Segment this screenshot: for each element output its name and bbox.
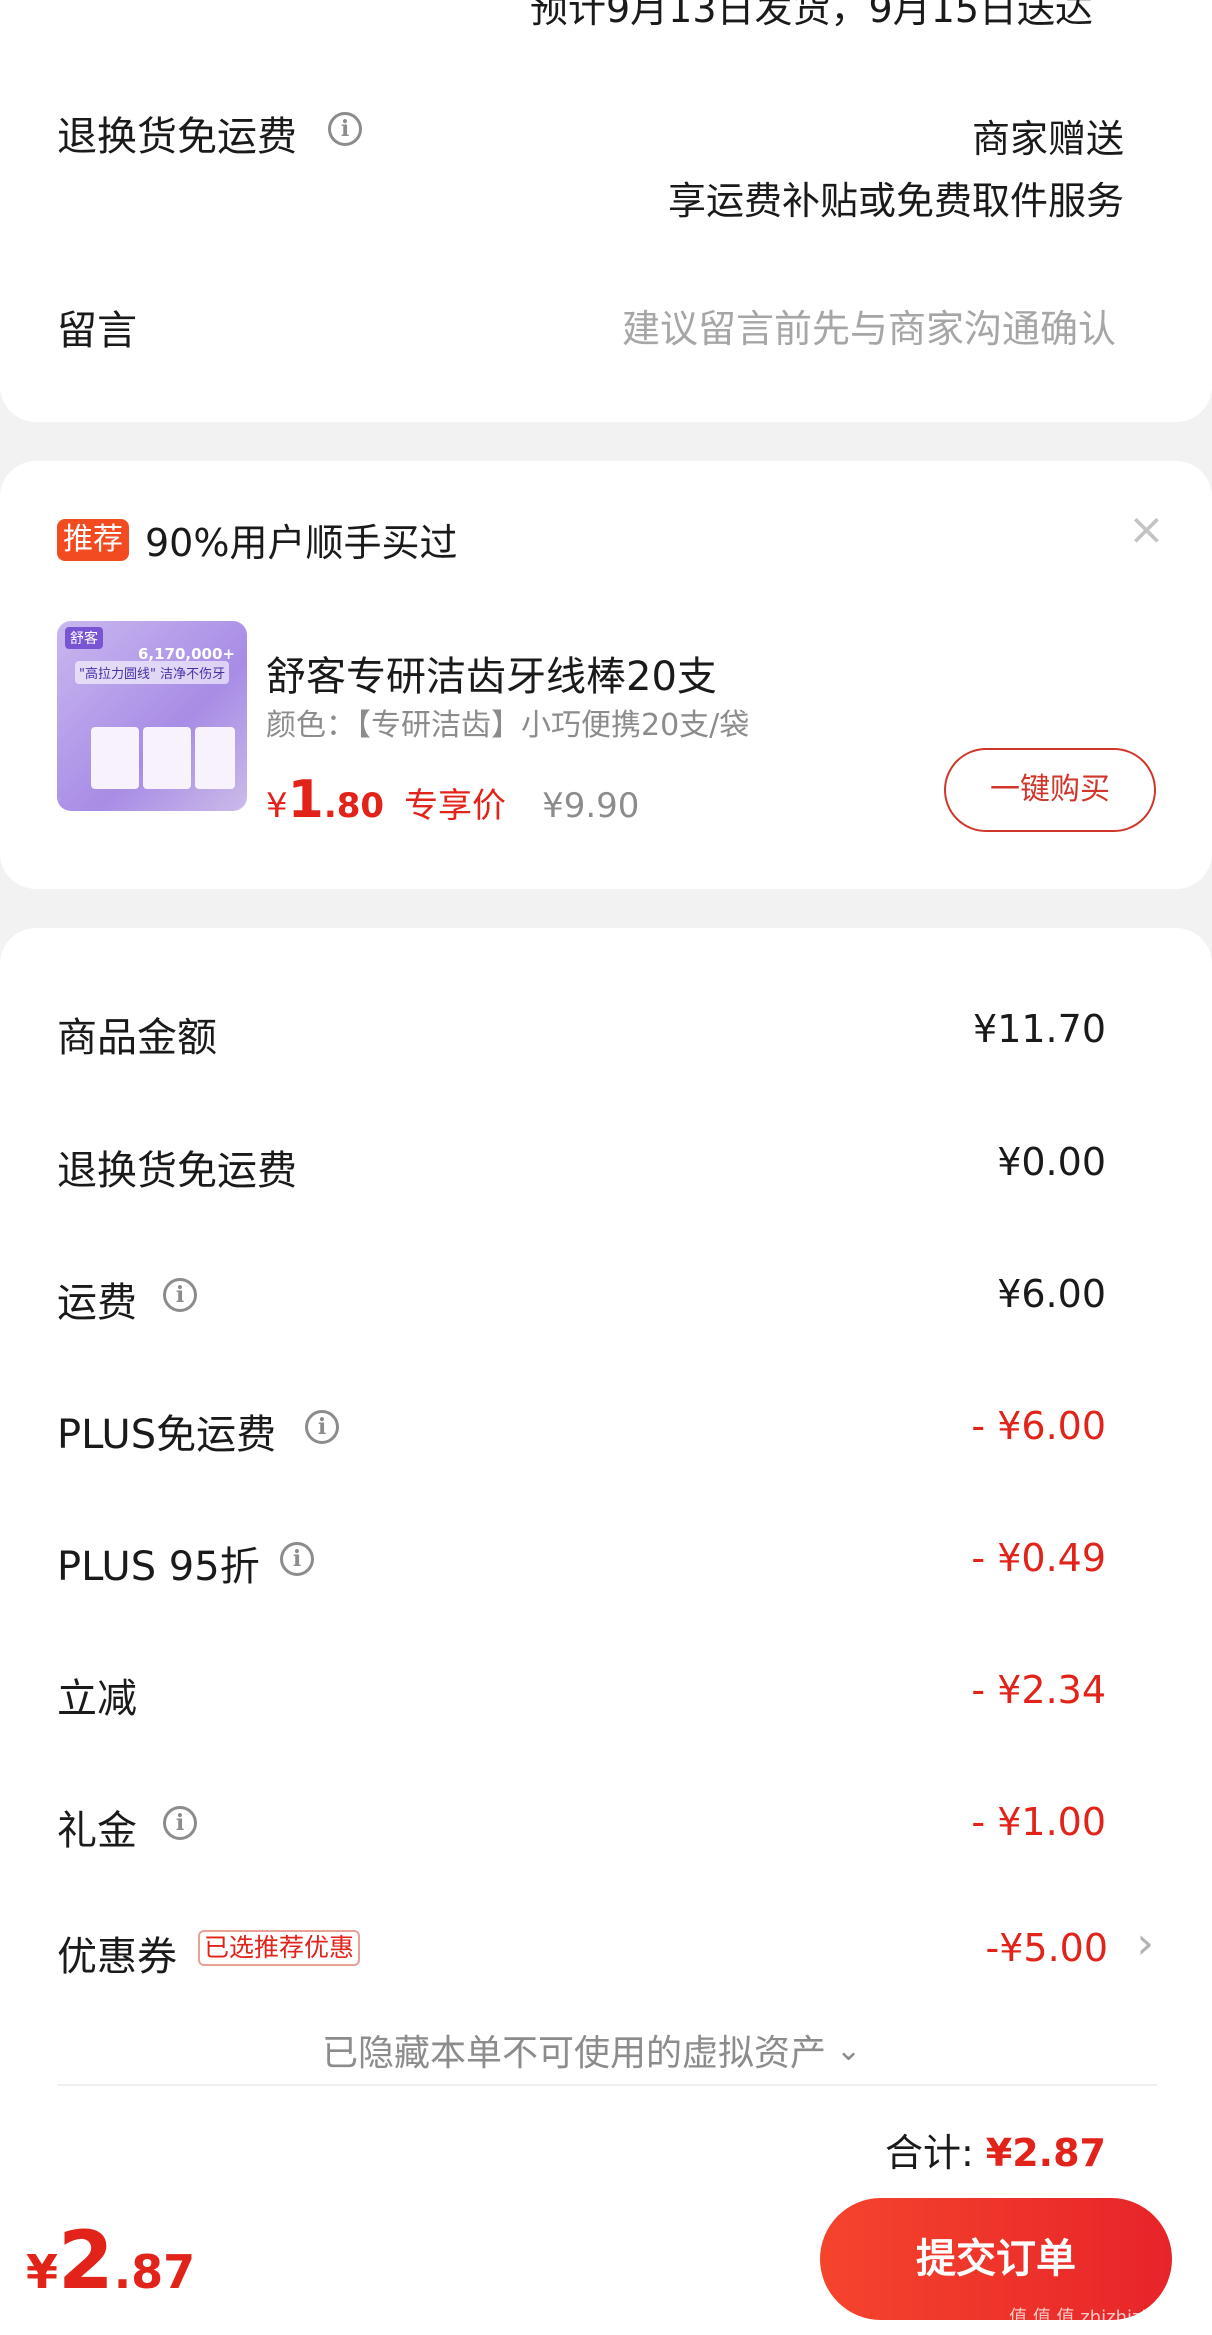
summary-label: 运费 <box>57 1280 137 1326</box>
product-pack <box>143 727 191 789</box>
summary-value: - ¥1.00 <box>971 1800 1106 1844</box>
footer-currency: ¥ <box>26 2245 59 2299</box>
hidden-assets-toggle[interactable]: 已隐藏本单不可使用的虚拟资产 ⌄ <box>322 2024 861 2076</box>
total-row: 合计: ¥2.87 <box>885 2122 1106 2177</box>
summary-label: 立减 <box>57 1676 137 1722</box>
divider <box>57 2084 1157 2086</box>
chevron-right-icon[interactable]: › <box>1136 1918 1154 1969</box>
summary-label: PLUS免运费 <box>57 1412 277 1458</box>
product-price: ¥ 1 .80 专享价 ¥9.90 <box>266 770 639 830</box>
summary-value: ¥11.70 <box>973 1007 1106 1051</box>
original-price: ¥9.90 <box>542 786 640 826</box>
product-name[interactable]: 舒客专研洁齿牙线棒20支 <box>266 644 717 702</box>
thumb-brand: 舒客 <box>65 627 103 649</box>
message-input[interactable]: 建议留言前先与商家沟通确认 <box>622 298 1116 353</box>
total-value: ¥2.87 <box>985 2131 1106 2175</box>
info-icon[interactable]: i <box>163 1278 197 1312</box>
coupon-tag: 已选推荐优惠 <box>198 1930 361 1966</box>
summary-value: ¥6.00 <box>997 1272 1106 1316</box>
product-thumbnail[interactable]: 舒客 6,170,000+ "高拉力圆线" 洁净不伤牙 <box>57 621 247 811</box>
product-spec: 颜色：【专研洁齿】小巧便携20支/袋 <box>266 708 750 743</box>
summary-label: 礼金 <box>57 1808 137 1854</box>
footer-total-int: 2 <box>58 2214 114 2307</box>
recommend-badge: 推荐 <box>57 518 129 561</box>
coupon-value: -¥5.00 <box>985 1926 1109 1970</box>
info-icon[interactable]: i <box>280 1542 314 1576</box>
watermark: 值 值 值 zhizhizhi.com <box>1009 2307 1202 2328</box>
summary-value: - ¥0.49 <box>971 1536 1106 1580</box>
info-icon[interactable]: i <box>163 1806 197 1840</box>
footer-total: ¥ 2 .87 <box>26 2214 195 2307</box>
summary-value: ¥0.00 <box>997 1140 1106 1184</box>
hidden-assets-text: 已隐藏本单不可使用的虚拟资产 <box>322 2033 827 2074</box>
info-icon[interactable]: i <box>328 112 362 146</box>
product-pack <box>91 727 139 789</box>
info-icon[interactable]: i <box>305 1410 339 1444</box>
recommend-header: 推荐 90%用户顺手买过 <box>57 512 457 567</box>
product-pack <box>195 727 235 789</box>
price-currency: ¥ <box>266 786 288 826</box>
summary-label: 退换货免运费 <box>57 1148 297 1194</box>
quick-buy-button[interactable]: 一键购买 <box>944 748 1156 832</box>
summary-label: PLUS 95折 <box>57 1544 260 1590</box>
return-shipping-desc: 享运费补贴或免费取件服务 <box>667 179 1124 223</box>
submit-order-label: 提交订单 <box>916 2236 1076 2282</box>
return-shipping-value: 商家赠送 <box>971 117 1124 161</box>
footer-total-dec: .87 <box>113 2245 196 2299</box>
return-shipping-label: 退换货免运费 <box>57 114 297 160</box>
summary-label: 商品金额 <box>57 1015 217 1061</box>
total-label: 合计: <box>884 2131 974 2175</box>
message-label: 留言 <box>57 308 137 354</box>
summary-value: - ¥6.00 <box>971 1404 1106 1448</box>
thumb-slogan: "高拉力圆线" 洁净不伤牙 <box>75 661 230 684</box>
coupon-label: 优惠券 <box>57 1934 177 1980</box>
submit-order-button[interactable]: 提交订单 <box>820 2198 1172 2320</box>
delivery-estimate: 预计9月13日发货，9月15日送达 <box>530 0 1094 31</box>
price-label: 专享价 <box>404 786 507 826</box>
chevron-down-icon: ⌄ <box>836 2032 862 2068</box>
summary-value: - ¥2.34 <box>971 1668 1106 1712</box>
close-icon[interactable]: × <box>1128 508 1165 552</box>
price-integer: 1 <box>287 770 324 830</box>
recommend-title: 90%用户顺手买过 <box>145 521 458 565</box>
price-decimal: .80 <box>323 786 385 826</box>
